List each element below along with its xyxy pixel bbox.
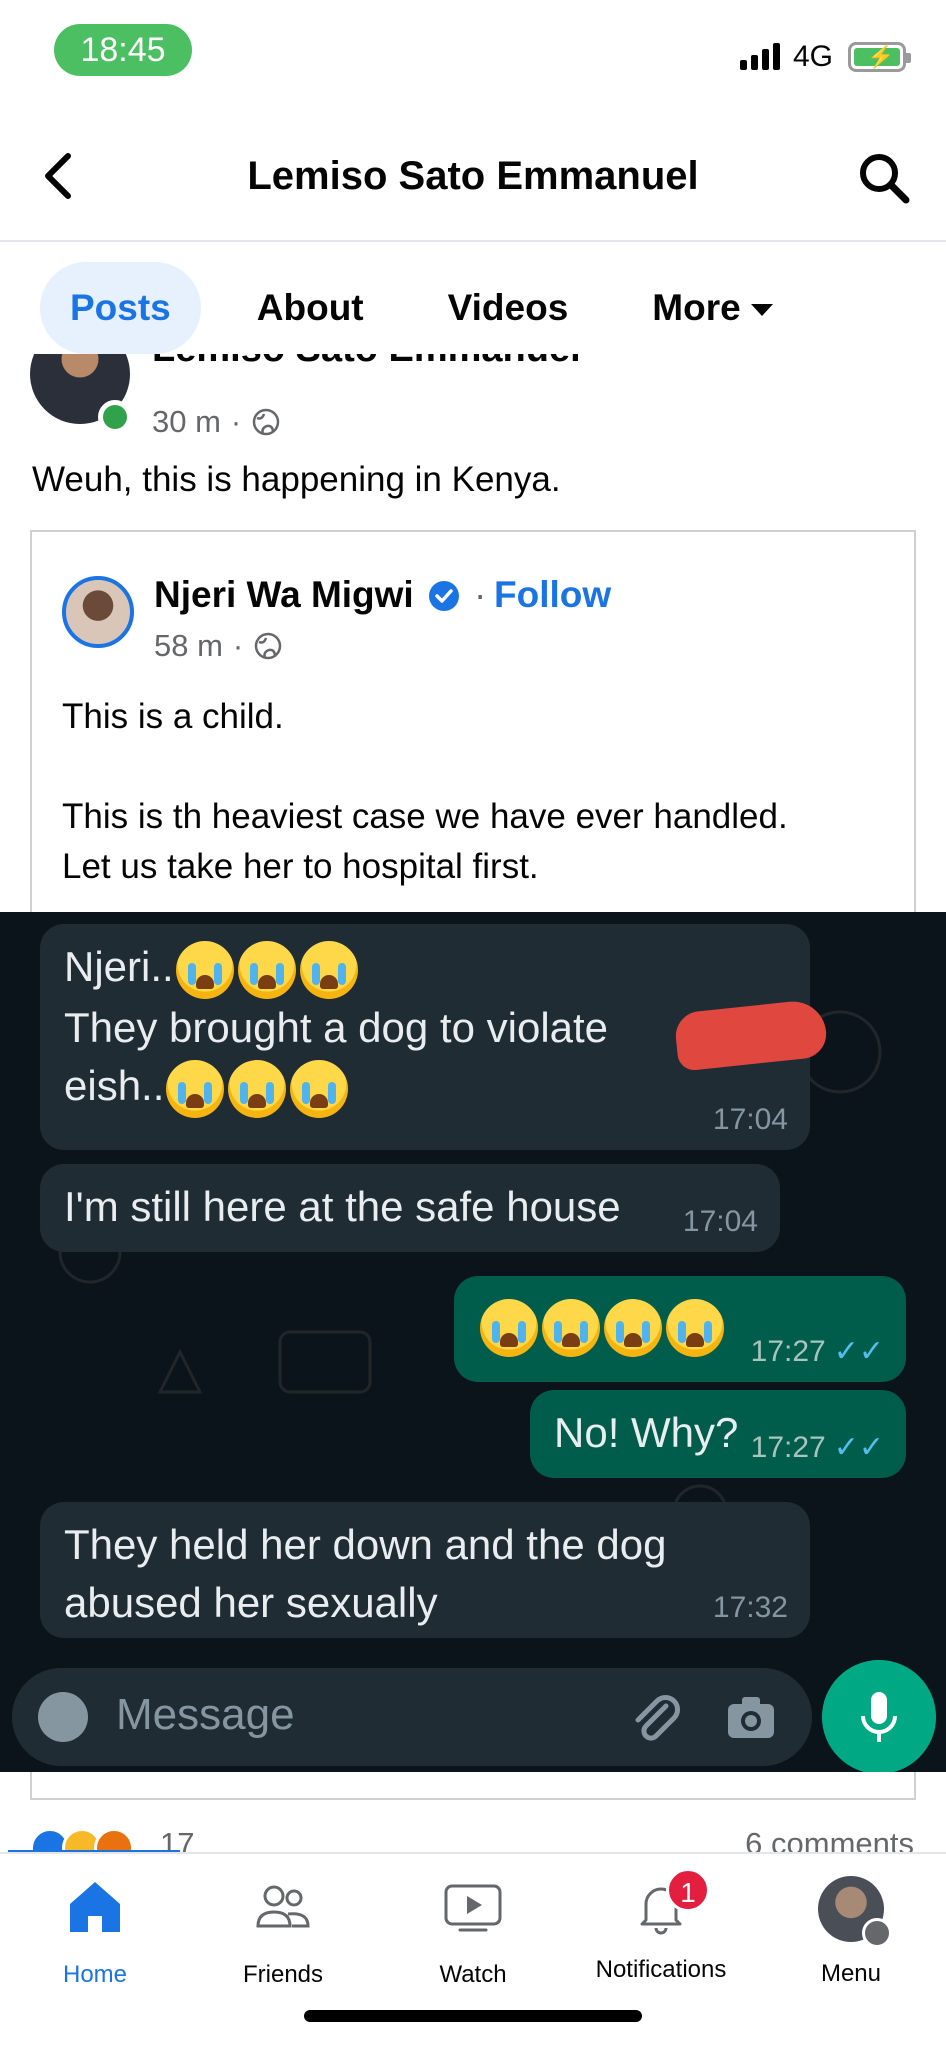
crying-emoji-icon xyxy=(666,1298,724,1357)
bell-icon-wrap: 1 xyxy=(630,1868,710,1938)
post-text: Weuh, this is happening in Kenya. xyxy=(32,460,561,499)
globe-icon xyxy=(255,632,282,660)
chat-screenshot[interactable]: Njeri.. They brought a dog to violate ei… xyxy=(0,912,946,1772)
shared-text-line: This is th heaviest case we have ever ha… xyxy=(62,797,788,836)
message-line: eish.. xyxy=(64,1057,786,1118)
message-time: 17:27 ✓✓ xyxy=(751,1336,884,1368)
nav-label: Friends xyxy=(242,1961,324,1988)
signal-icon xyxy=(740,42,780,70)
crying-emoji-icon xyxy=(542,1298,600,1357)
chat-message-out[interactable]: 17:27 ✓✓ xyxy=(454,1276,906,1382)
profile-tabs: Posts About Videos More xyxy=(40,262,815,354)
verified-icon xyxy=(429,581,459,611)
message-text: No! Why? xyxy=(554,1409,739,1456)
network-type: 4G xyxy=(793,40,834,73)
watch-icon xyxy=(444,1884,502,1932)
post-time[interactable]: 30 m xyxy=(152,404,221,440)
battery-icon: ⚡ xyxy=(848,42,911,72)
menu-icon xyxy=(862,1918,892,1948)
post-author-name[interactable]: Lemiso Sato Emmanuel xyxy=(152,354,581,371)
avatar[interactable] xyxy=(62,576,134,648)
chat-message-out[interactable]: No! Why? 17:27 ✓✓ xyxy=(530,1390,906,1478)
home-icon xyxy=(70,1882,120,1932)
nav-menu[interactable]: Menu xyxy=(756,1876,946,1988)
read-ticks-icon: ✓✓ xyxy=(833,1431,884,1464)
attach-icon[interactable] xyxy=(628,1690,684,1746)
status-time: 18:45 xyxy=(54,24,192,76)
caret-down-icon xyxy=(750,304,773,317)
message-time: 17:04 xyxy=(682,1205,758,1238)
tab-more-label: More xyxy=(652,287,741,328)
message-time: 17:04 xyxy=(712,1103,788,1136)
nav-friends[interactable]: Friends xyxy=(188,1876,378,1989)
shared-text-line: Let us take her to hospital first. xyxy=(62,847,539,886)
crying-emoji-icon xyxy=(166,1059,225,1118)
chat-message-in[interactable]: They held her down and the dog abused he… xyxy=(40,1502,810,1638)
message-line: abused her sexually xyxy=(64,1579,438,1626)
nav-watch[interactable]: Watch xyxy=(378,1876,568,1989)
notification-badge: 1 xyxy=(666,1868,710,1912)
crying-emoji-icon xyxy=(604,1298,662,1357)
emoji-icon[interactable] xyxy=(38,1692,88,1742)
shared-meta: 58 m · xyxy=(154,628,283,664)
crying-emoji-icon xyxy=(228,1059,287,1118)
tab-videos[interactable]: Videos xyxy=(406,262,611,354)
nav-notifications[interactable]: 1 Notifications xyxy=(566,1868,756,1984)
angry-emoji-icon xyxy=(94,1828,134,1852)
home-indicator xyxy=(304,2010,642,2022)
shared-text-line: This is a child. xyxy=(62,697,284,736)
chat-message-in[interactable]: I'm still here at the safe house 17:04 xyxy=(40,1164,780,1252)
post-header: Lemiso Sato Emmanuel 30 m · xyxy=(0,354,946,444)
meta-dot: · xyxy=(230,404,242,439)
search-icon[interactable] xyxy=(856,150,912,206)
post-meta: 30 m · xyxy=(152,404,281,440)
shared-author-name[interactable]: Njeri Wa Migwi xyxy=(154,574,414,616)
message-text: eish.. xyxy=(64,1061,165,1109)
nav-label: Notifications xyxy=(595,1956,727,1983)
nav-label: Menu xyxy=(820,1960,882,1987)
page-header: Lemiso Sato Emmanuel xyxy=(0,110,946,242)
nav-home[interactable]: Home xyxy=(0,1876,190,1989)
follow-button[interactable]: Follow xyxy=(494,574,611,616)
reaction-icons xyxy=(30,1828,134,1852)
reactions-row[interactable]: 17 6 comments xyxy=(0,1812,946,1852)
tab-about[interactable]: About xyxy=(215,262,406,354)
tab-posts[interactable]: Posts xyxy=(40,262,201,354)
crying-emoji-icon xyxy=(175,940,234,999)
online-indicator xyxy=(98,400,132,434)
message-time-text: 17:27 xyxy=(750,1431,826,1464)
mic-icon[interactable] xyxy=(822,1660,936,1772)
message-time-text: 17:27 xyxy=(750,1335,826,1368)
message-text: I'm still here at the safe house xyxy=(64,1183,621,1230)
crying-emoji-icon xyxy=(299,940,358,999)
page-title: Lemiso Sato Emmanuel xyxy=(247,154,699,198)
status-bar: 18:45 4G ⚡ xyxy=(0,0,946,110)
avatar xyxy=(818,1876,892,1948)
nav-label: Watch xyxy=(439,1961,507,1988)
comments-count[interactable]: 6 comments xyxy=(745,1826,914,1852)
camera-icon[interactable] xyxy=(726,1694,776,1740)
globe-icon xyxy=(253,408,280,436)
message-line: Njeri.. xyxy=(64,938,786,999)
crying-emoji-icon xyxy=(237,940,296,999)
friends-icon xyxy=(256,1885,310,1928)
crying-emoji-icon xyxy=(290,1059,349,1118)
message-time: 17:32 xyxy=(712,1591,788,1624)
meta-dot: · xyxy=(232,628,244,663)
crying-emoji-icon xyxy=(480,1298,538,1357)
shared-time[interactable]: 58 m xyxy=(154,628,223,664)
message-input[interactable]: Message xyxy=(12,1668,812,1766)
message-time: 17:27 ✓✓ xyxy=(751,1432,884,1464)
reactions-count[interactable]: 17 xyxy=(160,1826,194,1852)
tab-more[interactable]: More xyxy=(610,262,814,354)
chat-message-in[interactable]: Njeri.. They brought a dog to violate ei… xyxy=(40,924,829,1150)
message-line: They held her down and the dog xyxy=(64,1521,667,1568)
nav-label: Home xyxy=(62,1961,128,1988)
message-placeholder: Message xyxy=(116,1690,295,1739)
meta-dot: · xyxy=(474,574,487,615)
read-ticks-icon: ✓✓ xyxy=(833,1335,884,1368)
message-text: Njeri.. xyxy=(64,943,174,990)
